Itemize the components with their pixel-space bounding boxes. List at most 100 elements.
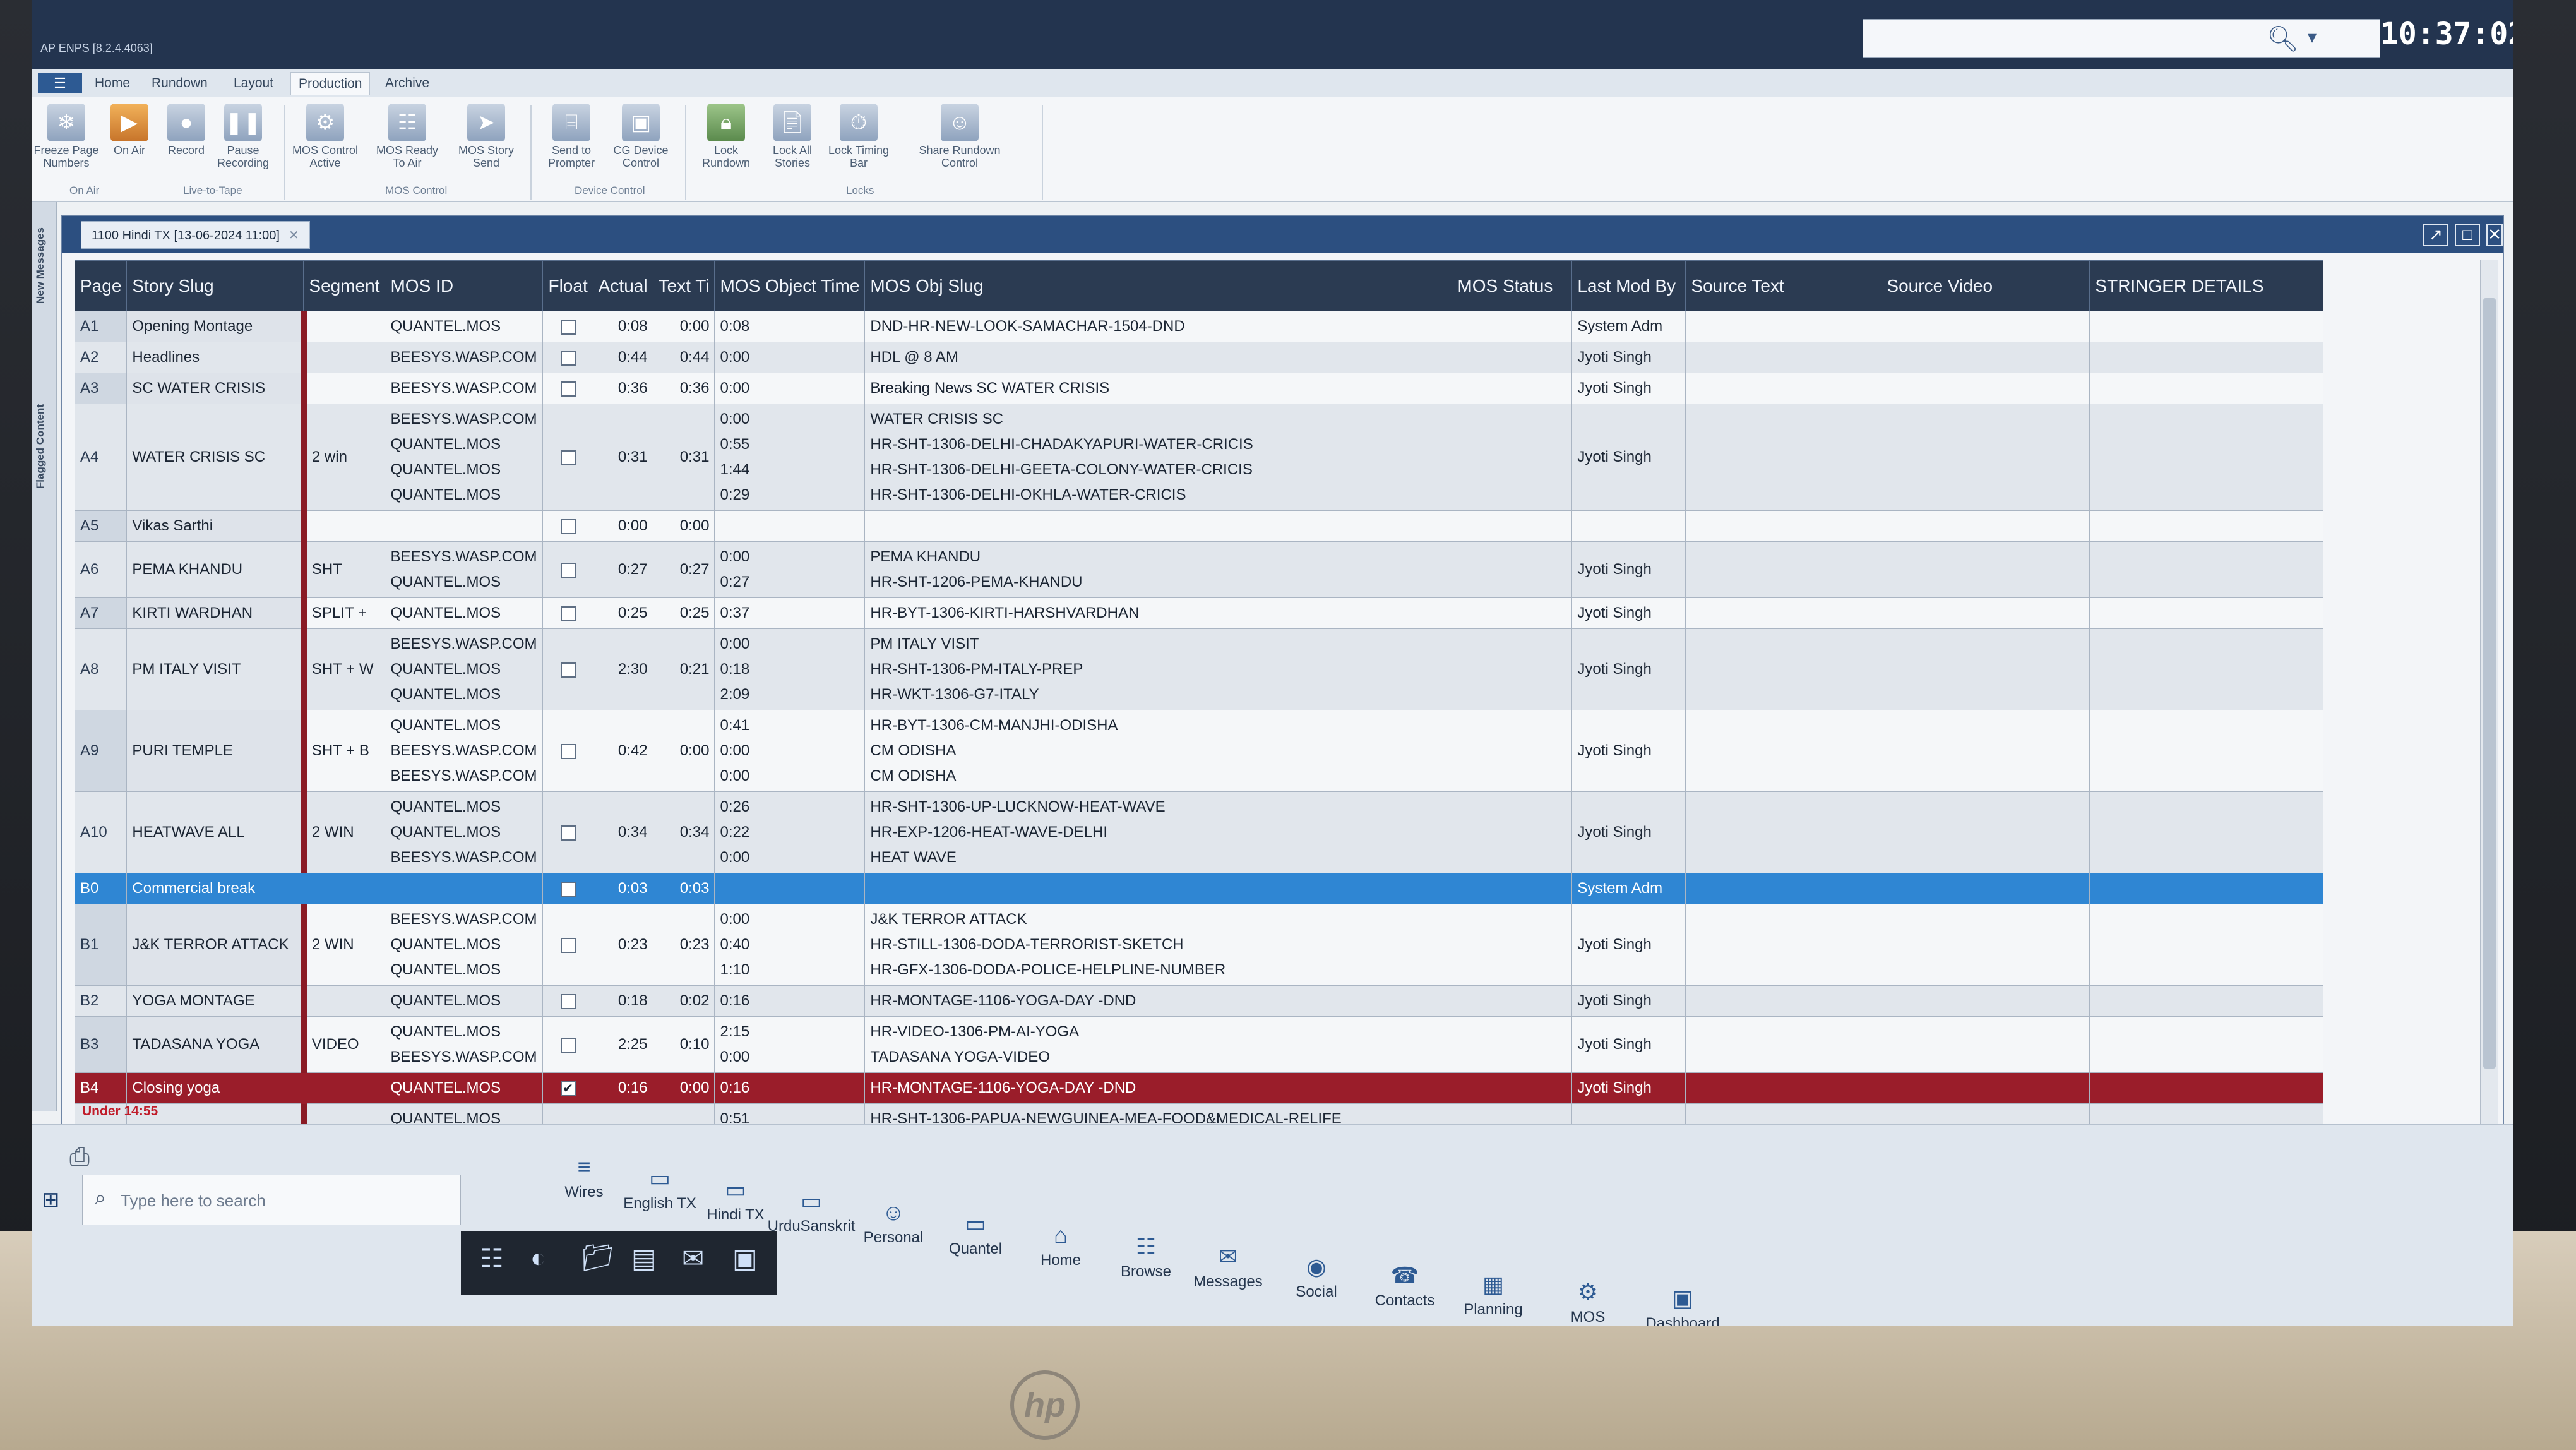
mos-object-time-cell[interactable]: 0:16 [714, 1072, 866, 1104]
story-slug-cell[interactable]: PM ITALY VISIT [126, 628, 307, 710]
col-float[interactable]: Float [542, 260, 593, 311]
source-video-cell[interactable] [1881, 904, 2090, 986]
last-mod-by-cell[interactable]: System Adm [1571, 311, 1686, 342]
stringer-details-cell[interactable] [2089, 1016, 2324, 1073]
freeze-page-numbers-button[interactable]: ❄ Freeze Page Numbers [32, 104, 101, 169]
mos-id-cell[interactable]: QUANTEL.MOS QUANTEL.MOS BEESYS.WASP.COM [385, 791, 544, 873]
segment-cell[interactable]: 2 win [303, 404, 386, 511]
story-slug-cell[interactable]: PURI TEMPLE [126, 710, 307, 792]
mos-status-cell[interactable] [1452, 791, 1573, 873]
col-last-mod-by[interactable]: Last Mod By [1571, 260, 1686, 311]
actual-cell[interactable]: 0:00 [592, 510, 653, 542]
col-story-slug[interactable]: Story Slug [126, 260, 304, 311]
page-cell[interactable]: B4 [74, 1072, 128, 1104]
mos-obj-slug-cell[interactable]: HR-MONTAGE-1106-YOGA-DAY -DND [864, 985, 1453, 1017]
tab-rundown[interactable]: Rundown [152, 76, 208, 91]
actual-cell[interactable]: 0:25 [592, 597, 653, 629]
mos-id-cell[interactable]: BEESYS.WASP.COM QUANTEL.MOS QUANTEL.MOS QUA… [385, 404, 544, 511]
stringer-details-cell[interactable] [2089, 404, 2324, 511]
mos-id-cell[interactable]: BEESYS.WASP.COM [385, 342, 544, 373]
stringer-details-cell[interactable] [2089, 873, 2324, 904]
stringer-details-cell[interactable] [2089, 710, 2324, 792]
segment-cell[interactable]: SPLIT + [303, 597, 386, 629]
mos-status-cell[interactable] [1452, 373, 1573, 404]
story-slug-cell[interactable]: Vikas Sarthi [126, 510, 307, 542]
actual-cell[interactable]: 0:03 [592, 873, 653, 904]
nav-dashboard[interactable]: ▣ Dashboard [1635, 1286, 1730, 1327]
segment-cell[interactable]: VIDEO [303, 1016, 386, 1073]
page-cell[interactable]: A3 [74, 373, 128, 404]
rundown-row[interactable]: A5 Vikas Sarthi 0:00 0:00 [74, 510, 2324, 542]
source-text-cell[interactable] [1685, 311, 1882, 342]
mos-obj-slug-cell[interactable]: HR-BYT-1306-KIRTI-HARSHVARDHAN [864, 597, 1453, 629]
actual-cell[interactable]: 0:31 [592, 404, 653, 511]
col-mos-object-time[interactable]: MOS Object Time [714, 260, 866, 311]
stringer-details-cell[interactable] [2089, 510, 2324, 542]
mos-status-cell[interactable] [1452, 710, 1573, 792]
last-mod-by-cell[interactable]: Jyoti Singh [1571, 404, 1686, 511]
float-cell[interactable] [542, 628, 593, 710]
last-mod-by-cell[interactable]: Jyoti Singh [1571, 541, 1686, 598]
last-mod-by-cell[interactable]: Jyoti Singh [1571, 904, 1686, 986]
printer-icon[interactable]: ⎙ [69, 1143, 90, 1171]
mos-id-cell[interactable]: QUANTEL.MOS [385, 311, 544, 342]
float-checkbox[interactable] [560, 937, 576, 953]
source-video-cell[interactable] [1881, 597, 2090, 629]
col-mos-obj-slug[interactable]: MOS Obj Slug [864, 260, 1453, 311]
mos-status-cell[interactable] [1452, 311, 1573, 342]
mos-ready-to-air-button[interactable]: ☷ MOS Ready To Air [373, 104, 442, 169]
col-page[interactable]: Page [74, 260, 128, 311]
mos-object-time-cell[interactable]: 0:37 [714, 597, 866, 629]
float-cell[interactable] [542, 404, 593, 511]
float-checkbox[interactable] [560, 881, 576, 897]
mos-obj-slug-cell[interactable]: HR-VIDEO-1306-PM-AI-YOGA TADASANA YOGA-VI… [864, 1016, 1453, 1073]
story-slug-cell[interactable]: WATER CRISIS SC [126, 404, 307, 511]
story-slug-cell[interactable]: TADASANA YOGA [126, 1016, 307, 1073]
source-video-cell[interactable] [1881, 373, 2090, 404]
tab-archive[interactable]: Archive [385, 76, 429, 91]
tab-home[interactable]: Home [95, 76, 130, 91]
tab-production[interactable]: Production [290, 72, 371, 95]
flagged-content-tab[interactable]: Flagged Content [34, 404, 47, 489]
actual-cell[interactable]: 0:18 [592, 985, 653, 1017]
share-rundown-control-button[interactable]: ☺ Share Rundown Control [903, 104, 1017, 169]
last-mod-by-cell[interactable]: Jyoti Singh [1571, 791, 1686, 873]
mos-id-cell[interactable]: QUANTEL.MOS BEESYS.WASP.COM BEESYS.WASP.CO… [385, 710, 544, 792]
close-icon[interactable]: ✕ [289, 229, 299, 243]
story-slug-cell[interactable]: Commercial break [126, 873, 307, 904]
actual-cell[interactable]: 0:16 [592, 1072, 653, 1104]
source-text-cell[interactable] [1685, 510, 1882, 542]
taskbar-search-input[interactable]: Type here to search [82, 1175, 461, 1225]
last-mod-by-cell[interactable]: Jyoti Singh [1571, 985, 1686, 1017]
mos-id-cell[interactable]: QUANTEL.MOS BEESYS.WASP.COM [385, 1016, 544, 1073]
float-checkbox[interactable] [560, 450, 576, 465]
text-time-cell[interactable]: 0:36 [652, 373, 715, 404]
actual-cell[interactable]: 2:30 [592, 628, 653, 710]
float-checkbox[interactable] [560, 662, 576, 678]
last-mod-by-cell[interactable]: Jyoti Singh [1571, 710, 1686, 792]
maximize-icon[interactable]: □ [2455, 224, 2480, 246]
mos-object-time-cell[interactable]: 0:00 0:55 1:44 0:29 [714, 404, 866, 511]
mos-object-time-cell[interactable]: 0:16 [714, 985, 866, 1017]
source-video-cell[interactable] [1881, 791, 2090, 873]
segment-cell[interactable]: 2 WIN [303, 904, 386, 986]
float-cell[interactable] [542, 541, 593, 598]
segment-cell[interactable] [303, 510, 386, 542]
mos-id-cell[interactable]: BEESYS.WASP.COM QUANTEL.MOS QUANTEL.MOS [385, 904, 544, 986]
source-text-cell[interactable] [1685, 1072, 1882, 1104]
source-text-cell[interactable] [1685, 541, 1882, 598]
float-cell[interactable] [542, 342, 593, 373]
text-time-cell[interactable]: 0:10 [652, 1016, 715, 1073]
actual-cell[interactable]: 0:08 [592, 311, 653, 342]
page-cell[interactable]: B3 [74, 1016, 128, 1073]
mos-status-cell[interactable] [1452, 510, 1573, 542]
text-time-cell[interactable]: 0:23 [652, 904, 715, 986]
mos-obj-slug-cell[interactable]: HR-BYT-1306-CM-MANJHI-ODISHA CM ODISHA CM … [864, 710, 1453, 792]
page-cell[interactable]: B1 [74, 904, 128, 986]
mos-status-cell[interactable] [1452, 628, 1573, 710]
mos-object-time-cell[interactable]: 0:26 0:22 0:00 [714, 791, 866, 873]
page-cell[interactable]: A1 [74, 311, 128, 342]
page-cell[interactable]: A9 [74, 710, 128, 792]
text-time-cell[interactable]: 0:25 [652, 597, 715, 629]
text-time-cell[interactable]: 0:44 [652, 342, 715, 373]
